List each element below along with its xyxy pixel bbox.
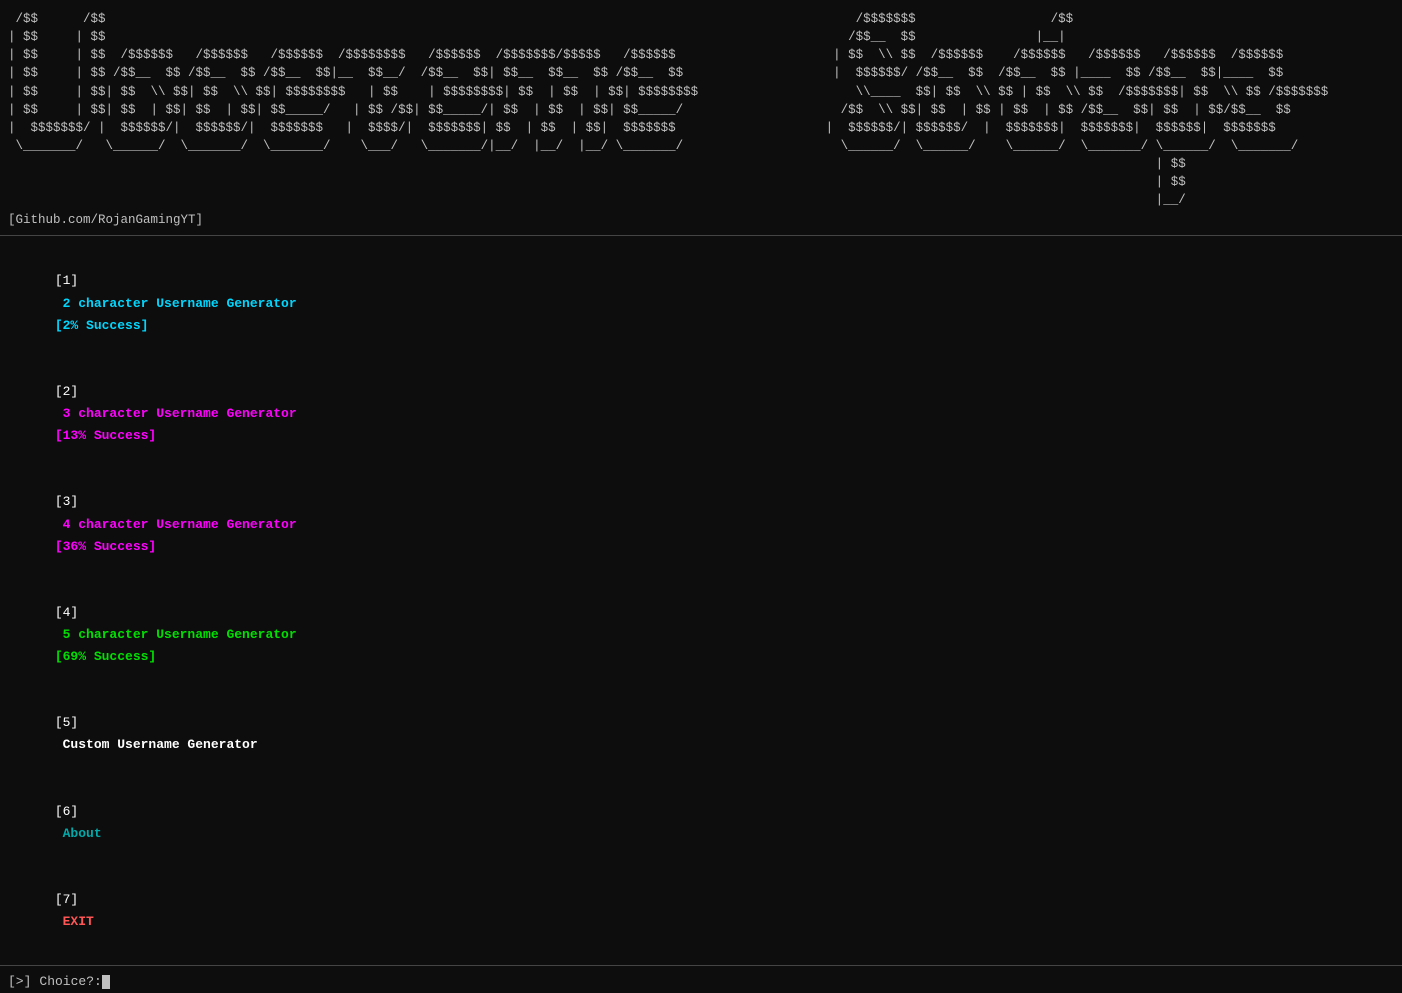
menu-num-5: [5]: [55, 715, 78, 730]
menu-num-4: [4]: [55, 605, 78, 620]
menu-item-2[interactable]: [2] 3 character Username Generator [13% …: [8, 359, 1394, 469]
ascii-art-banner: /$$ /$$ /$$$$$$$ /$$ | $$ | $$: [0, 10, 1402, 209]
menu-item-1[interactable]: [1] 2 character Username Generator [2% S…: [8, 248, 1394, 358]
menu-num-7: [7]: [55, 892, 78, 907]
cursor: [102, 975, 110, 989]
menu-badge-1: [2% Success]: [55, 318, 149, 333]
menu-label-3: 4 character Username Generator: [55, 517, 305, 532]
terminal-window: /$$ /$$ /$$$$$$$ /$$ | $$ | $$: [0, 0, 1402, 993]
prompt-label: Choice?:: [39, 974, 101, 989]
prompt-line: [>] Choice?:: [0, 970, 1402, 993]
menu-num-1: [1]: [55, 273, 78, 288]
menu-badge-4: [69% Success]: [55, 649, 156, 664]
menu-num-3: [3]: [55, 494, 78, 509]
menu-label-2: 3 character Username Generator: [55, 406, 305, 421]
menu-label-5: Custom Username Generator: [55, 737, 258, 752]
menu-badge-2: [13% Success]: [55, 428, 156, 443]
menu-label-4: 5 character Username Generator: [55, 627, 305, 642]
menu-item-7[interactable]: [7] EXIT: [8, 867, 1394, 955]
menu-num-6: [6]: [55, 804, 78, 819]
prompt-symbol: [>]: [8, 974, 31, 989]
menu-item-5[interactable]: [5] Custom Username Generator: [8, 690, 1394, 778]
menu-item-6[interactable]: [6] About: [8, 779, 1394, 867]
menu-label-1: 2 character Username Generator: [55, 296, 305, 311]
menu-item-4[interactable]: [4] 5 character Username Generator [69% …: [8, 580, 1394, 690]
menu-badge-3: [36% Success]: [55, 539, 156, 554]
menu-label-6: About: [55, 826, 102, 841]
github-link: [Github.com/RojanGamingYT]: [0, 209, 1402, 227]
divider-bottom: [0, 965, 1402, 966]
divider-top: [0, 235, 1402, 236]
menu-section: [1] 2 character Username Generator [2% S…: [0, 244, 1402, 959]
menu-num-2: [2]: [55, 384, 78, 399]
menu-label-7: EXIT: [55, 914, 94, 929]
menu-item-3[interactable]: [3] 4 character Username Generator [36% …: [8, 469, 1394, 579]
